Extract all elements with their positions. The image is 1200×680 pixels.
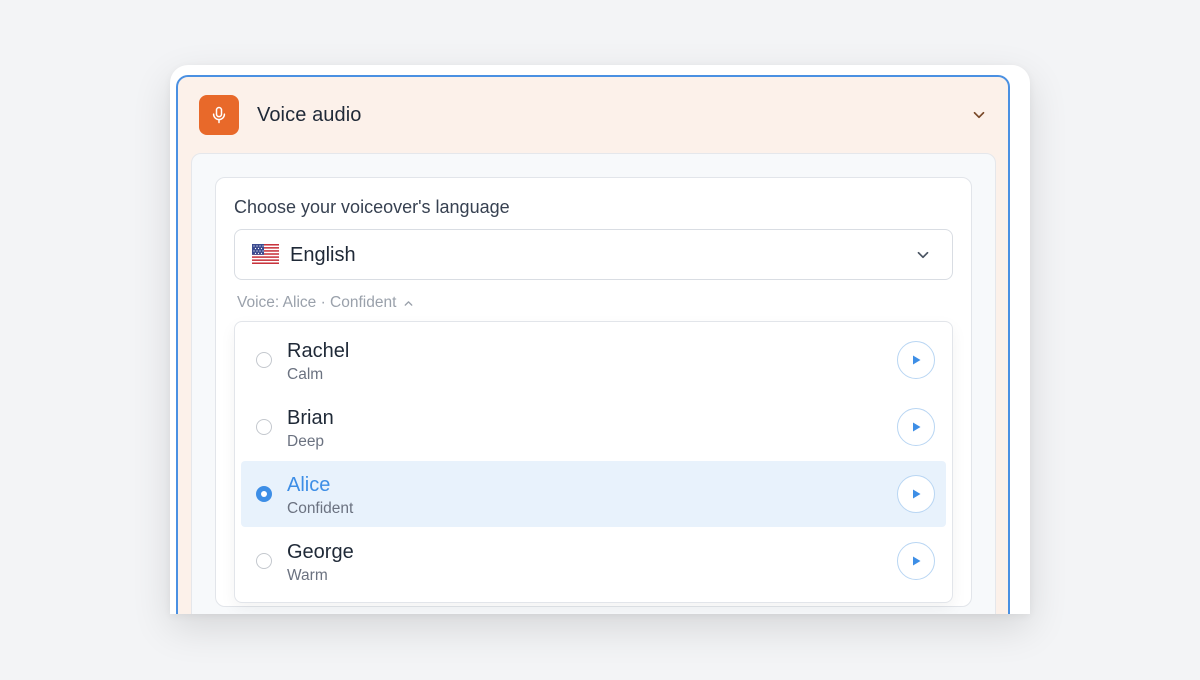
play-preview-button[interactable] [897, 475, 935, 513]
voice-option-rachel[interactable]: Rachel Calm [241, 327, 946, 393]
voice-style: Deep [287, 433, 325, 450]
play-preview-button[interactable] [897, 341, 935, 379]
voice-style: Warm [287, 567, 328, 584]
play-icon [913, 489, 921, 499]
voice-audio-panel: Voice audio Choose your voiceover's lang… [176, 75, 1010, 614]
play-icon [913, 355, 921, 365]
voice-name: George [287, 541, 354, 563]
voice-option-george[interactable]: George Warm [241, 528, 946, 594]
chevron-up-icon [405, 300, 413, 306]
panel-title: Voice audio [257, 104, 362, 126]
language-select[interactable]: English [234, 229, 953, 280]
radio-button[interactable] [256, 352, 272, 368]
voice-summary-text: Voice: Alice · Confident [237, 294, 397, 311]
voice-option-alice[interactable]: Alice Confident [241, 461, 946, 527]
radio-button[interactable] [256, 553, 272, 569]
radio-button[interactable] [256, 419, 272, 435]
voice-style: Calm [287, 366, 324, 383]
play-icon [913, 422, 921, 432]
microphone-icon [199, 95, 239, 135]
language-card: Choose your voiceover's language English… [215, 177, 972, 607]
language-label: Choose your voiceover's language [234, 197, 510, 217]
play-preview-button[interactable] [897, 542, 935, 580]
chevron-down-icon[interactable] [970, 106, 988, 124]
voice-name: Rachel [287, 340, 350, 362]
panel-header[interactable]: Voice audio [178, 77, 1008, 153]
app-window: Voice audio Choose your voiceover's lang… [170, 65, 1030, 614]
language-value: English [290, 244, 356, 266]
voice-option-brian[interactable]: Brian Deep [241, 394, 946, 460]
voice-style: Confident [287, 500, 354, 517]
voice-summary-toggle[interactable]: Voice: Alice · Confident [237, 294, 415, 312]
voice-name: Alice [287, 474, 331, 496]
panel-body: Choose your voiceover's language English… [191, 153, 996, 614]
play-preview-button[interactable] [897, 408, 935, 446]
voice-list: Rachel Calm Brian Deep Alice Confident G… [234, 321, 953, 603]
chevron-down-icon [917, 251, 929, 259]
radio-button-selected[interactable] [256, 486, 272, 502]
voice-name: Brian [287, 407, 334, 429]
us-flag-icon [252, 244, 279, 264]
play-icon [913, 556, 921, 566]
